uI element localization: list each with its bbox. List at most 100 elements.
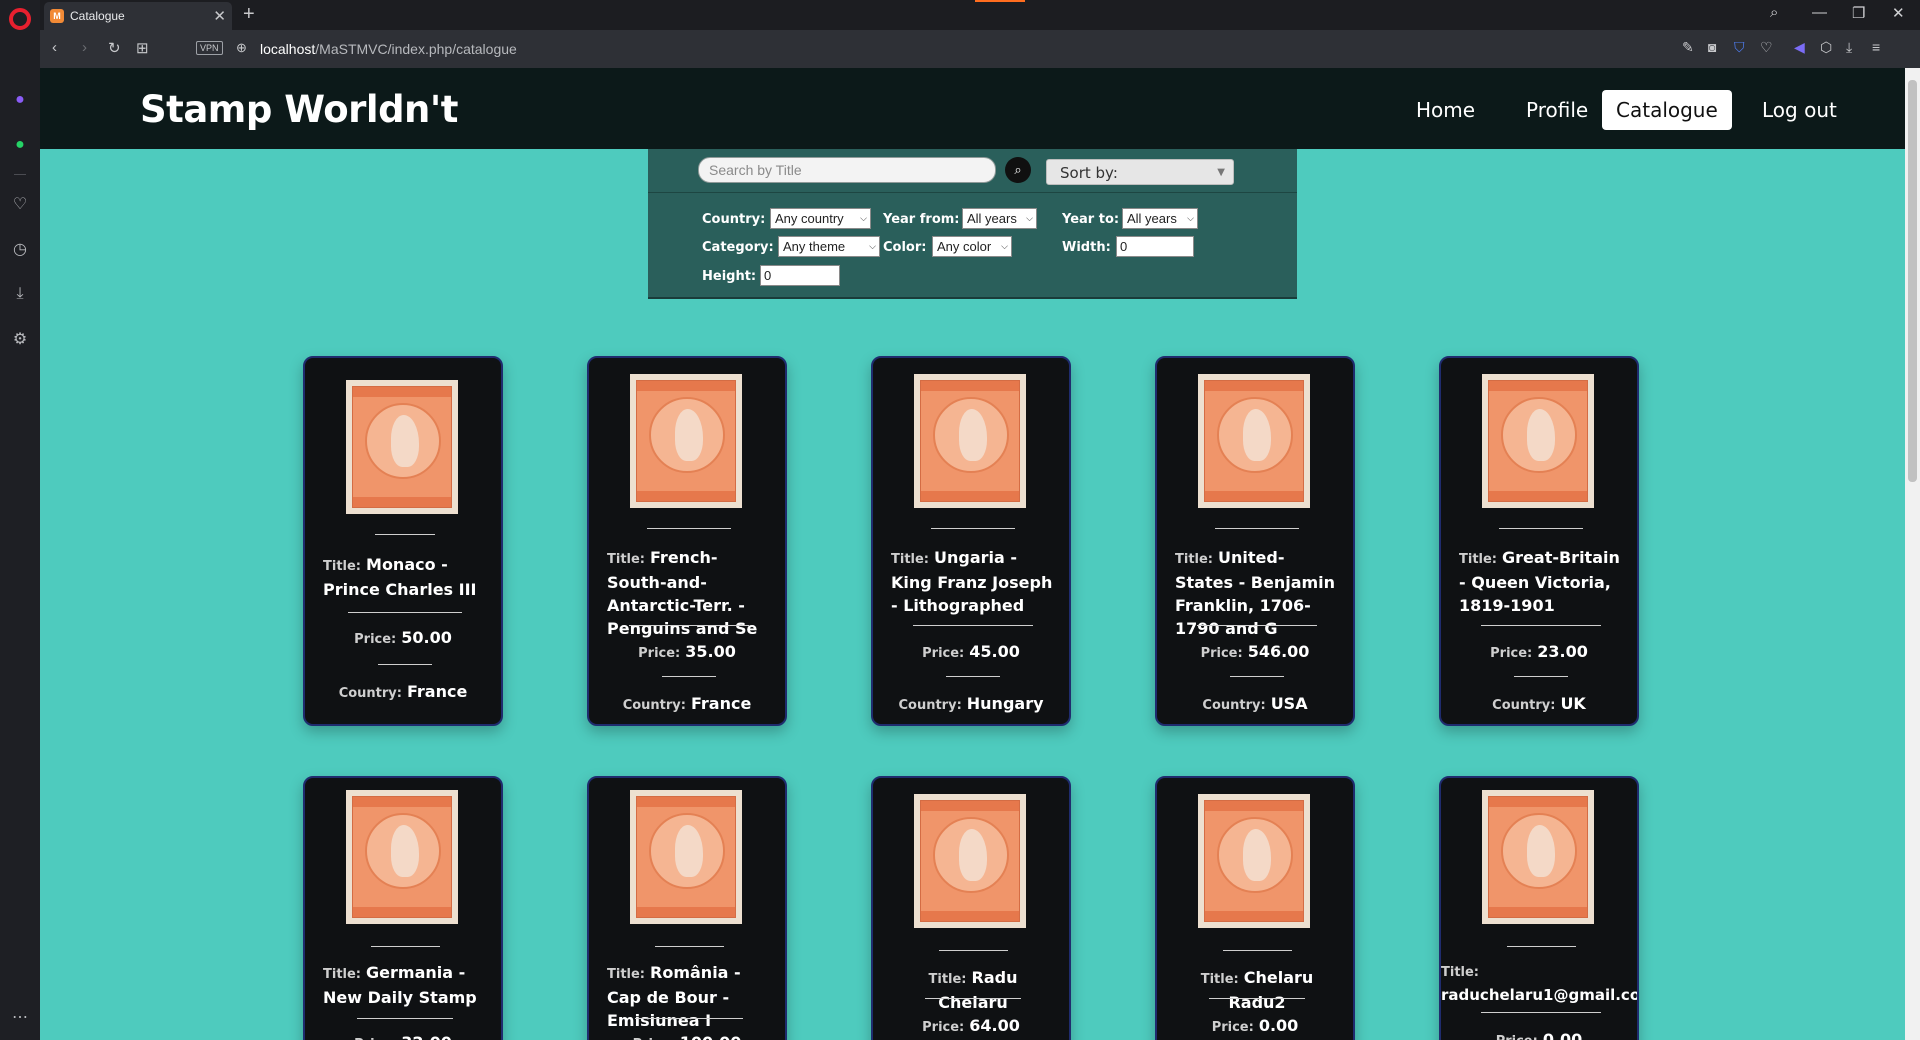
year-from-select[interactable]: All years ⌵ — [962, 208, 1037, 229]
nav-catalogue[interactable]: Catalogue — [1602, 90, 1732, 130]
nav-home[interactable]: Home — [1402, 90, 1489, 130]
height-input[interactable] — [760, 265, 840, 286]
title-value: raduchelaru1@gmail.com — [1441, 986, 1639, 1004]
chevron-down-icon: ▼ — [1217, 167, 1225, 178]
minimize-icon[interactable]: — — [1812, 4, 1827, 21]
category-select[interactable]: Any theme ⌵ — [778, 236, 880, 257]
more-icon[interactable]: ⋯ — [10, 1008, 30, 1028]
forward-icon[interactable]: › — [82, 39, 87, 56]
color-select[interactable]: Any color ⌵ — [932, 236, 1012, 257]
title-label: Title: — [1175, 552, 1214, 567]
title-label: Title: — [607, 967, 646, 982]
new-tab-icon[interactable]: + — [243, 3, 255, 26]
country-select[interactable]: Any country ⌵ — [770, 208, 871, 229]
stamp-face — [1488, 796, 1588, 918]
card-country: Country: UK — [1441, 694, 1637, 713]
card-price: Price: 64.00 — [873, 1016, 1069, 1035]
stamp-image[interactable] — [346, 380, 458, 514]
search-button[interactable]: ⌕ — [1005, 157, 1031, 183]
search-tabs-icon[interactable]: ⌕ — [1770, 4, 1778, 21]
gear-icon[interactable]: ⚙ — [10, 330, 30, 350]
card-price: Price:32.00 — [305, 1033, 501, 1040]
extensions-icon[interactable]: ⬡ — [1820, 39, 1832, 56]
stamp-image[interactable] — [914, 374, 1026, 508]
history-icon[interactable]: ◷ — [10, 240, 30, 260]
search-input[interactable] — [698, 157, 996, 183]
sort-select[interactable]: Sort by: ▼ — [1046, 159, 1234, 185]
reload-icon[interactable]: ↻ — [108, 39, 121, 57]
speed-dial-icon[interactable]: ⊞ — [136, 39, 149, 57]
opera-logo-icon[interactable] — [9, 8, 31, 30]
close-tab-icon[interactable]: ✕ — [213, 7, 226, 25]
nav-profile[interactable]: Profile — [1512, 90, 1602, 130]
page-scrollbar[interactable] — [1905, 68, 1920, 1040]
whatsapp-icon[interactable]: ● — [10, 135, 30, 155]
stamp-portrait — [959, 409, 987, 461]
stamp-image[interactable] — [1482, 374, 1594, 508]
window-close-icon[interactable]: ✕ — [1892, 4, 1905, 22]
camera-icon[interactable]: ◙ — [1708, 39, 1716, 55]
stamp-card[interactable]: Title: Great-Britain - Queen Victoria, 18… — [1439, 356, 1639, 726]
title-label: Title: — [928, 972, 967, 987]
stamp-portrait — [675, 825, 703, 877]
restore-icon[interactable]: ❐ — [1852, 4, 1865, 22]
year-to-value: All years — [1127, 211, 1177, 226]
download-icon[interactable]: ⤓ — [10, 284, 30, 304]
stamp-card[interactable]: Title: United-States - Benjamin Franklin,… — [1155, 356, 1355, 726]
card-title: Title: Great-Britain - Queen Victoria, 18… — [1459, 546, 1623, 617]
stamp-card[interactable]: Title:Germania - New Daily Stamp Price:32… — [303, 776, 503, 1040]
easy-setup-icon[interactable]: ≡ — [1872, 39, 1880, 55]
vpn-badge[interactable]: VPN — [196, 41, 223, 55]
stamp-card[interactable]: Title: Monaco - Prince Charles III Price: 5… — [303, 356, 503, 726]
card-divider — [635, 1018, 743, 1019]
globe-icon[interactable]: ⊕ — [236, 40, 247, 56]
stamp-portrait — [1527, 409, 1555, 461]
search-row: ⌕ Sort by: ▼ — [648, 149, 1297, 193]
stamp-card[interactable]: Title: French-South-and-Antarctic-Terr. -… — [587, 356, 787, 726]
stamp-card[interactable]: Title: Radu Chelaru Price: 64.00 — [871, 776, 1071, 1040]
stamp-image[interactable] — [914, 794, 1026, 928]
stamp-image[interactable] — [1198, 374, 1310, 508]
search-icon: ⌕ — [1014, 162, 1022, 177]
year-to-label: Year to: — [1062, 212, 1120, 227]
stamp-image[interactable] — [1482, 790, 1594, 924]
stamp-band — [1205, 491, 1303, 501]
width-input[interactable] — [1116, 236, 1194, 257]
card-divider — [370, 946, 440, 947]
card-divider — [1514, 676, 1568, 677]
edit-icon[interactable]: ✎ — [1682, 39, 1694, 56]
title-label: Title: — [1441, 965, 1480, 980]
color-label: Color: — [883, 240, 927, 255]
stamp-card[interactable]: Title: Chelaru Radu2 Price: 0.00 — [1155, 776, 1355, 1040]
tab-catalogue[interactable]: M Catalogue ✕ — [44, 2, 232, 30]
messenger-icon[interactable]: ● — [10, 90, 30, 110]
stamp-card[interactable]: Title: Ungaria - King Franz Joseph - Lith… — [871, 356, 1071, 726]
stamp-image[interactable] — [630, 790, 742, 924]
country-value: Hungary — [966, 694, 1044, 713]
tab-bar: M Catalogue ✕ + ⌕ — ❐ ✕ — [40, 0, 1920, 30]
stamp-image[interactable] — [630, 374, 742, 508]
player-icon[interactable]: ◀ — [1794, 39, 1805, 56]
stamp-portrait — [959, 829, 987, 881]
year-to-select[interactable]: All years ⌵ — [1122, 208, 1198, 229]
scroll-thumb[interactable] — [1908, 80, 1917, 482]
downloads-icon[interactable]: ⤓ — [1846, 39, 1852, 56]
price-label: Price: — [922, 1020, 965, 1035]
card-divider — [1230, 676, 1284, 677]
back-icon[interactable]: ‹ — [52, 39, 57, 56]
stamp-card[interactable]: Title: România - Cap de Bour - Emisiunea … — [587, 776, 787, 1040]
shield-icon[interactable]: ⛉ — [1734, 39, 1745, 56]
brand-logo[interactable]: Stamp Worldn't — [140, 88, 458, 131]
stamp-portrait — [1243, 829, 1271, 881]
bookmark-heart-icon[interactable]: ♡ — [1760, 39, 1773, 56]
heart-icon[interactable]: ♡ — [10, 195, 30, 215]
stamp-image[interactable] — [1198, 794, 1310, 928]
stamp-image[interactable] — [346, 790, 458, 924]
stamp-band — [1489, 797, 1587, 807]
stamp-card[interactable]: Title: raduchelaru1@gmail.com Price: 0.00 — [1439, 776, 1639, 1040]
nav-logout[interactable]: Log out — [1748, 90, 1851, 130]
stamp-band — [921, 911, 1019, 921]
sort-label: Sort by: — [1060, 164, 1118, 182]
stamp-medallion — [365, 403, 441, 479]
url-field[interactable]: localhost/MaSTMVC/index.php/catalogue — [260, 41, 517, 57]
